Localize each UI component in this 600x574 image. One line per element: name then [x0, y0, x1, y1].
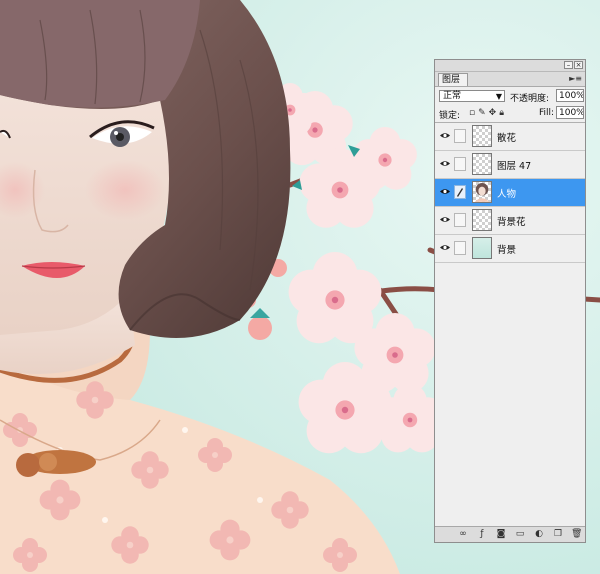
adjustment-layer-icon[interactable]: ◐: [534, 529, 544, 539]
lock-all-icon[interactable]: 🔒︎: [499, 108, 507, 118]
layer-name[interactable]: 图层 47: [497, 158, 531, 172]
blend-opacity-row: 正常 ▼ 不透明度: 100%: [435, 87, 585, 105]
eye-icon[interactable]: [440, 244, 450, 251]
layer-link-box[interactable]: [454, 213, 466, 227]
layer-thumbnail: [472, 209, 492, 231]
panel-bottom-toolbar: ∞ ƒ ◙ ▭ ◐ ❐ 🗑︎: [435, 526, 585, 542]
opacity-input[interactable]: 100%: [556, 89, 584, 102]
layer-thumbnail: [472, 125, 492, 147]
layers-panel: – × 图层 ►≡ 正常 ▼ 不透明度: 100% 锁定: ▫✎✥🔒︎ Fill…: [434, 59, 586, 543]
eye-icon[interactable]: [440, 188, 450, 195]
lock-pixels-icon[interactable]: ✎: [478, 108, 489, 118]
tab-layers[interactable]: 图层: [438, 73, 468, 86]
chevron-down-icon: ▼: [495, 92, 502, 101]
lock-transparency-icon[interactable]: ▫: [469, 108, 478, 118]
layer-name[interactable]: 背景花: [497, 214, 526, 228]
layer-thumbnail: [472, 153, 492, 175]
fill-label: Fill:: [539, 108, 555, 118]
lock-fill-row: 锁定: ▫✎✥🔒︎ Fill: 100%: [435, 105, 585, 123]
close-icon[interactable]: ×: [574, 61, 583, 69]
layer-mask-icon[interactable]: ◙: [496, 529, 506, 539]
layer-row[interactable]: 背景花: [435, 207, 585, 235]
panel-tab-row: 图层 ►≡: [435, 72, 585, 87]
layer-thumbnail: [472, 181, 492, 203]
layer-style-icon[interactable]: ƒ: [477, 529, 487, 539]
layer-link-box[interactable]: [454, 129, 466, 143]
layer-row[interactable]: 背景: [435, 235, 585, 263]
panel-titlebar[interactable]: – ×: [435, 60, 585, 72]
fill-input[interactable]: 100%: [556, 106, 584, 119]
lock-options: ▫✎✥🔒︎: [469, 108, 507, 118]
blend-mode-value: 正常: [443, 91, 462, 101]
lock-position-icon[interactable]: ✥: [489, 108, 500, 118]
layer-row[interactable]: 图层 47: [435, 151, 585, 179]
eye-icon[interactable]: [440, 132, 450, 139]
layer-row-selected[interactable]: 人物: [435, 179, 585, 207]
blend-mode-select[interactable]: 正常 ▼: [439, 90, 505, 102]
eye-icon[interactable]: [440, 216, 450, 223]
layer-name[interactable]: 人物: [497, 186, 516, 200]
opacity-label: 不透明度:: [510, 94, 550, 104]
eye-icon[interactable]: [440, 160, 450, 167]
layer-link-box[interactable]: [454, 241, 466, 255]
panel-menu-icon[interactable]: ►≡: [569, 74, 582, 83]
brush-icon[interactable]: [454, 185, 466, 199]
layer-row[interactable]: 散花: [435, 123, 585, 151]
new-layer-icon[interactable]: ❐: [553, 529, 563, 539]
delete-layer-icon[interactable]: 🗑︎: [571, 529, 582, 539]
layer-name[interactable]: 背景: [497, 242, 516, 256]
layer-link-box[interactable]: [454, 157, 466, 171]
minimize-icon[interactable]: –: [564, 61, 573, 69]
layer-name[interactable]: 散花: [497, 130, 516, 144]
lock-label: 锁定:: [439, 111, 461, 121]
layer-thumbnail: [472, 237, 492, 259]
link-layers-icon[interactable]: ∞: [458, 529, 468, 539]
new-group-icon[interactable]: ▭: [515, 529, 525, 539]
layer-list: 散花 图层 47 人物 背景花 背景: [435, 123, 585, 263]
